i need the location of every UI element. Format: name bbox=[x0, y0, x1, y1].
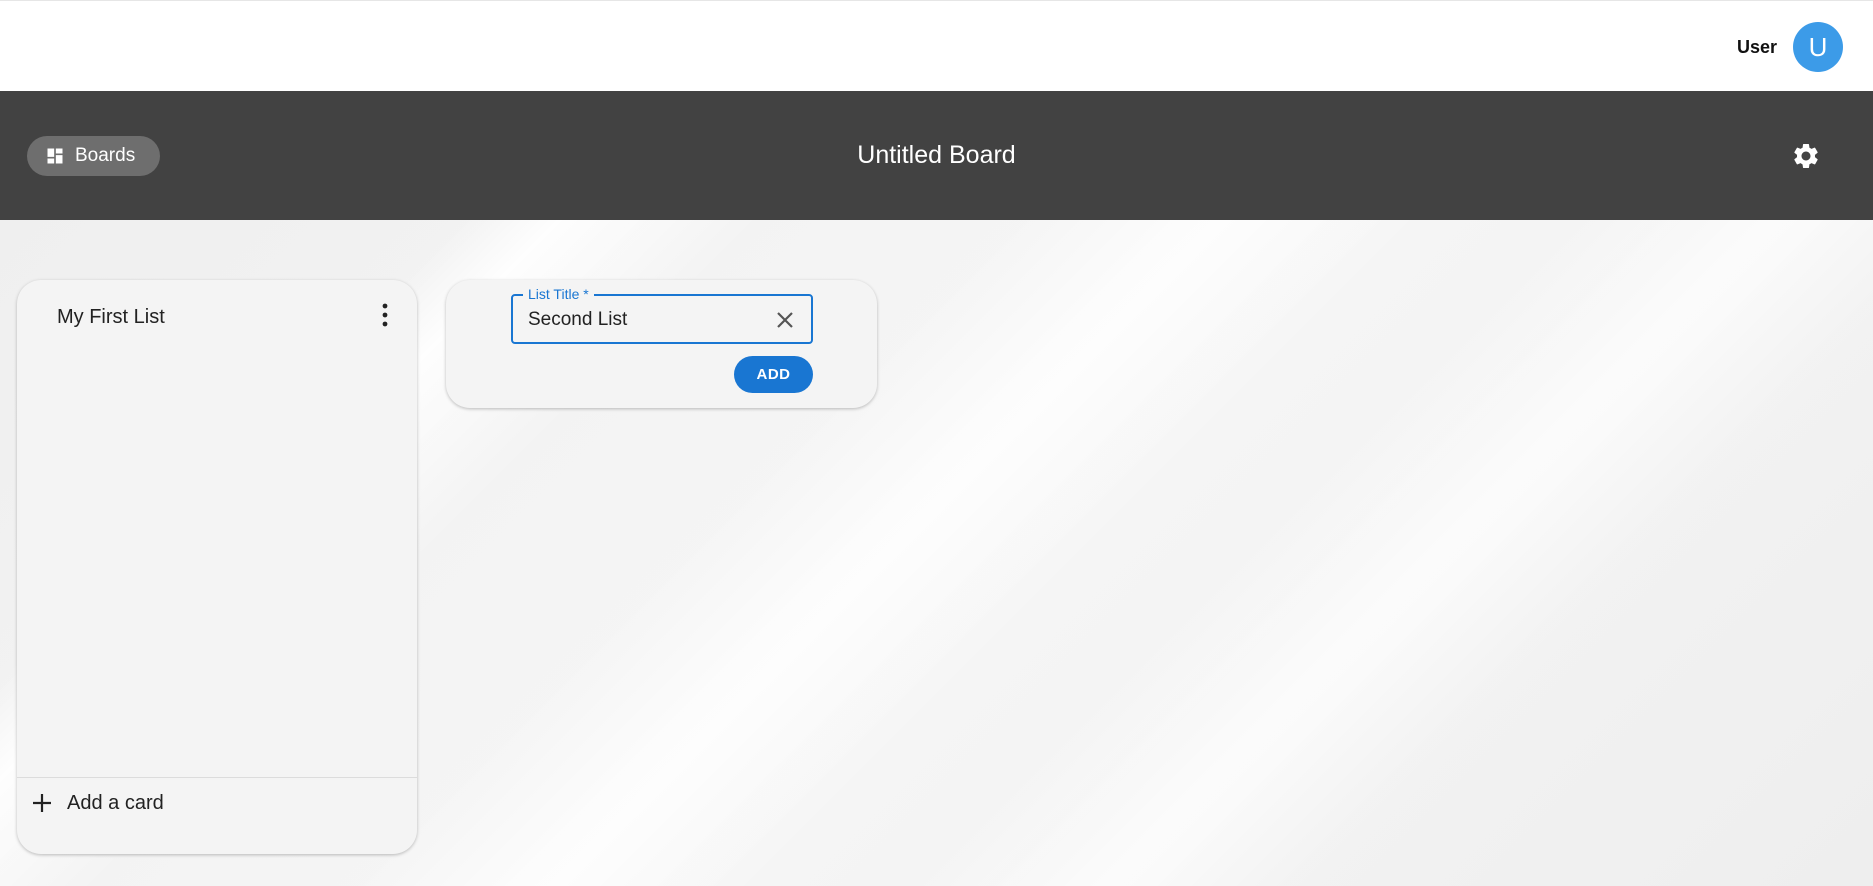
gear-icon bbox=[1794, 144, 1818, 168]
settings-button[interactable] bbox=[1791, 141, 1821, 171]
list-menu-button[interactable] bbox=[379, 302, 391, 328]
board-canvas: My First List Add a card List Title * Se… bbox=[0, 220, 1873, 886]
list-footer: Add a card bbox=[17, 777, 417, 854]
add-list-button[interactable]: ADD bbox=[734, 356, 813, 393]
plus-icon bbox=[33, 794, 51, 812]
user-name: User bbox=[1736, 37, 1777, 57]
top-app-bar: User U bbox=[0, 0, 1873, 91]
list-column: My First List Add a card bbox=[17, 280, 417, 854]
list-title-field: List Title * bbox=[511, 286, 813, 344]
list-title[interactable]: My First List bbox=[57, 306, 165, 329]
new-list-form: List Title * ADD bbox=[446, 280, 877, 408]
add-card-button[interactable]: Add a card bbox=[31, 788, 164, 818]
list-title-input[interactable] bbox=[528, 308, 758, 332]
board-title: Untitled Board bbox=[857, 141, 1016, 169]
avatar[interactable]: U bbox=[1793, 22, 1843, 72]
more-vert-icon bbox=[382, 303, 388, 327]
avatar-initial: U bbox=[1808, 31, 1828, 62]
board-header: Boards Untitled Board bbox=[0, 91, 1873, 220]
add-card-label: Add a card bbox=[67, 791, 164, 814]
list-title-label: List Title * bbox=[523, 286, 594, 302]
clear-button[interactable] bbox=[773, 308, 797, 332]
close-icon bbox=[777, 312, 793, 328]
